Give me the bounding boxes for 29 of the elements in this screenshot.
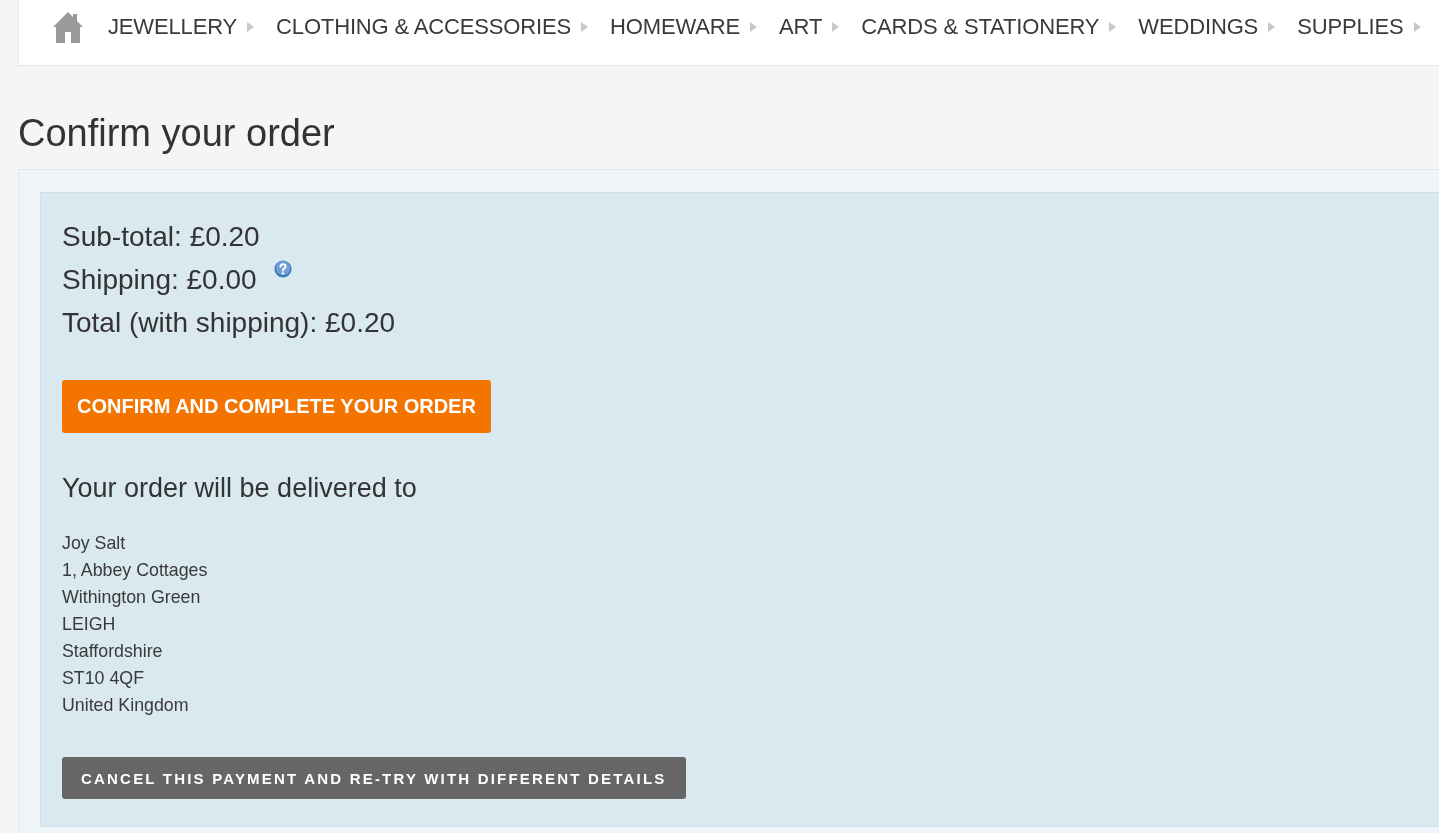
page-title: Confirm your order (18, 111, 336, 155)
nav-link[interactable]: HOMEWARE (610, 13, 741, 40)
nav-link[interactable]: ART (779, 13, 823, 40)
delivery-heading: Your order will be delivered to (62, 472, 418, 505)
address-line: Withington Green (62, 586, 202, 609)
arrow-right-icon (750, 21, 758, 32)
nav-link[interactable]: SUPPLIES (1297, 13, 1404, 40)
help-icon[interactable] (273, 260, 292, 278)
nav-link[interactable]: CARDS & STATIONERY (861, 13, 1100, 40)
arrow-right-icon (1268, 21, 1276, 32)
arrow-right-icon (581, 21, 589, 32)
cancel-payment-button[interactable]: CANCEL THIS PAYMENT AND RE-TRY WITH DIFFERENT DETAILS (62, 757, 686, 799)
summary-line: Total (with shipping): £0.20 (62, 306, 396, 340)
address-line: United Kingdom (62, 694, 190, 717)
arrow-right-icon (1413, 21, 1421, 32)
home-icon[interactable] (52, 10, 84, 43)
address-line: ST10 4QF (62, 667, 146, 690)
nav-link[interactable]: WEDDINGS (1138, 13, 1259, 40)
address-line: Joy Salt (62, 532, 127, 555)
nav-link[interactable]: JEWELLERY (108, 13, 238, 40)
address-line: Staffordshire (62, 640, 164, 663)
summary-line: Sub-total: £0.20 (62, 220, 260, 254)
summary-line: Shipping: £0.00 (62, 263, 257, 297)
address-line: LEIGH (62, 613, 117, 636)
address-line: 1, Abbey Cottages (62, 559, 209, 582)
arrow-right-icon (247, 21, 255, 32)
arrow-right-icon (832, 21, 840, 32)
nav-link[interactable]: CLOTHING & ACCESSORIES (276, 13, 572, 40)
arrow-right-icon (1109, 21, 1117, 32)
